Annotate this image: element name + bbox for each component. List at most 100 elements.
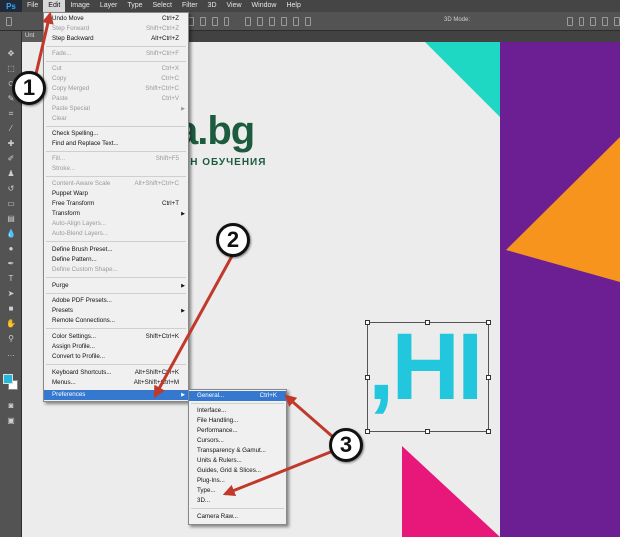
- pref-item-camera-raw[interactable]: Camera Raw...: [189, 512, 286, 522]
- transform-bounding-box[interactable]: [365, 320, 491, 434]
- menu-help[interactable]: Help: [281, 0, 305, 12]
- transform-handle[interactable]: [486, 320, 491, 325]
- menu-file[interactable]: File: [22, 0, 43, 12]
- menu-item-preferences[interactable]: Preferences ▶: [44, 390, 188, 400]
- menu-item-puppet-warp[interactable]: Puppet Warp: [44, 189, 188, 199]
- menu-item-define-custom-shape[interactable]: Define Custom Shape...: [44, 265, 188, 275]
- history-brush-tool-icon[interactable]: ↺: [5, 184, 17, 193]
- menu-item-color-settings[interactable]: Color Settings... Shift+Ctrl+K: [44, 332, 188, 342]
- distribute-center-icon[interactable]: [257, 16, 264, 26]
- menu-item-step-backward[interactable]: Step Backward Alt+Ctrl+Z: [44, 34, 188, 44]
- menu-item-purge[interactable]: Purge ▶: [44, 281, 188, 291]
- 3d-pan-icon[interactable]: [590, 16, 597, 26]
- move-tool-icon[interactable]: [6, 16, 12, 26]
- type-tool-icon[interactable]: T: [5, 274, 17, 283]
- gradient-tool-icon[interactable]: ▤: [5, 214, 17, 223]
- distribute-right-icon[interactable]: [292, 16, 299, 26]
- menu-image[interactable]: Image: [65, 0, 94, 12]
- menu-item-define-pattern[interactable]: Define Pattern...: [44, 255, 188, 265]
- menu-item-find-replace-text[interactable]: Find and Replace Text...: [44, 139, 188, 149]
- eraser-tool-icon[interactable]: ▭: [5, 199, 17, 208]
- menu-item-copy[interactable]: Copy Ctrl+C: [44, 74, 188, 84]
- transform-handle[interactable]: [365, 429, 370, 434]
- pref-item-3d[interactable]: 3D...: [189, 496, 286, 506]
- menu-item-clear[interactable]: Clear: [44, 114, 188, 124]
- distribute-top-icon[interactable]: [245, 16, 252, 26]
- blur-tool-icon[interactable]: 💧: [5, 229, 17, 238]
- menu-view[interactable]: View: [222, 0, 247, 12]
- transform-handle[interactable]: [365, 320, 370, 325]
- menu-type[interactable]: Type: [122, 0, 147, 12]
- pref-item-performance[interactable]: Performance...: [189, 426, 286, 436]
- transform-handle[interactable]: [365, 375, 370, 380]
- align-center-icon[interactable]: [211, 16, 218, 26]
- transform-handle[interactable]: [425, 429, 430, 434]
- pref-item-general[interactable]: General... Ctrl+K: [189, 391, 286, 401]
- pref-item-file-handling[interactable]: File Handling...: [189, 416, 286, 426]
- menu-layer[interactable]: Layer: [95, 0, 123, 12]
- 3d-slide-icon[interactable]: [602, 16, 609, 26]
- pref-item-type[interactable]: Type...: [189, 486, 286, 496]
- menu-item-assign-profile[interactable]: Assign Profile...: [44, 342, 188, 352]
- menu-select[interactable]: Select: [148, 0, 177, 12]
- menu-item-fill[interactable]: Fill... Shift+F5: [44, 154, 188, 164]
- more-tools-icon[interactable]: …: [5, 349, 17, 358]
- crop-tool-icon[interactable]: ⌗: [5, 109, 17, 118]
- menu-item-keyboard-shortcuts[interactable]: Keyboard Shortcuts... Alt+Shift+Ctrl+K: [44, 368, 188, 378]
- menu-filter[interactable]: Filter: [177, 0, 203, 12]
- align-left-icon[interactable]: [199, 16, 206, 26]
- pref-item-units-rulers[interactable]: Units & Rulers...: [189, 456, 286, 466]
- menu-item-fade[interactable]: Fade... Shift+Ctrl+F: [44, 49, 188, 59]
- pref-item-cursors[interactable]: Cursors...: [189, 436, 286, 446]
- menu-item-presets[interactable]: Presets ▶: [44, 306, 188, 316]
- path-selection-tool-icon[interactable]: ➤: [5, 289, 17, 298]
- pref-item-interface[interactable]: Interface...: [189, 406, 286, 416]
- align-right-icon[interactable]: [223, 16, 230, 26]
- menu-item-menus[interactable]: Menus... Alt+Shift+Ctrl+M: [44, 378, 188, 388]
- hand-tool-icon[interactable]: ✋: [5, 319, 17, 328]
- menu-window[interactable]: Window: [247, 0, 282, 12]
- menu-item-remote-connections[interactable]: Remote Connections...: [44, 316, 188, 326]
- menu-item-auto-align-layers[interactable]: Auto-Align Layers...: [44, 219, 188, 229]
- brush-tool-icon[interactable]: ✐: [5, 154, 17, 163]
- menu-3d[interactable]: 3D: [203, 0, 222, 12]
- menu-item-content-aware-scale[interactable]: Content-Aware Scale Alt+Shift+Ctrl+C: [44, 179, 188, 189]
- menu-item-stroke[interactable]: Stroke...: [44, 164, 188, 174]
- menu-item-undo-move[interactable]: Undo Move Ctrl+Z: [44, 14, 188, 24]
- eyedropper-tool-icon[interactable]: ⁄: [5, 124, 17, 133]
- auto-align-icon[interactable]: [304, 16, 311, 26]
- menu-item-adobe-pdf-presets[interactable]: Adobe PDF Presets...: [44, 296, 188, 306]
- rectangle-tool-icon[interactable]: ■: [5, 304, 17, 313]
- clone-stamp-tool-icon[interactable]: ♟: [5, 169, 17, 178]
- marquee-tool-icon[interactable]: ⬚: [5, 64, 17, 73]
- pref-item-guides-grid-slices[interactable]: Guides, Grid & Slices...: [189, 466, 286, 476]
- menu-item-copy-merged[interactable]: Copy Merged Shift+Ctrl+C: [44, 84, 188, 94]
- menu-item-cut[interactable]: Cut Ctrl+X: [44, 64, 188, 74]
- menu-item-free-transform[interactable]: Free Transform Ctrl+T: [44, 199, 188, 209]
- pen-tool-icon[interactable]: ✒: [5, 259, 17, 268]
- menu-item-check-spelling[interactable]: Check Spelling...: [44, 129, 188, 139]
- distribute-bottom-icon[interactable]: [269, 16, 275, 26]
- menu-item-define-brush-preset[interactable]: Define Brush Preset...: [44, 245, 188, 255]
- foreground-color-swatch[interactable]: [3, 374, 13, 384]
- pref-item-transparency-gamut[interactable]: Transparency & Gamut...: [189, 446, 286, 456]
- menu-edit[interactable]: Edit: [43, 0, 66, 12]
- transform-handle[interactable]: [425, 320, 430, 325]
- distribute-left-icon[interactable]: [281, 16, 287, 26]
- screen-mode-icon[interactable]: ▣: [5, 416, 17, 425]
- menu-item-paste-special[interactable]: Paste Special ▶: [44, 104, 188, 114]
- menu-item-auto-blend-layers[interactable]: Auto-Blend Layers...: [44, 229, 188, 239]
- menu-item-paste[interactable]: Paste Ctrl+V: [44, 94, 188, 104]
- quick-mask-icon[interactable]: ◙: [5, 401, 17, 410]
- zoom-tool-icon[interactable]: ⚲: [5, 334, 17, 343]
- menu-item-convert-to-profile[interactable]: Convert to Profile...: [44, 352, 188, 362]
- transform-handle[interactable]: [486, 429, 491, 434]
- 3d-rotate-icon[interactable]: [566, 16, 573, 26]
- 3d-roll-icon[interactable]: [578, 16, 585, 26]
- dodge-tool-icon[interactable]: ●: [5, 244, 17, 253]
- transform-handle[interactable]: [486, 375, 491, 380]
- 3d-scale-icon[interactable]: [614, 16, 620, 26]
- menu-item-transform[interactable]: Transform ▶: [44, 209, 188, 219]
- move-tool-icon[interactable]: ✥: [5, 49, 17, 58]
- pref-item-plug-ins[interactable]: Plug-Ins...: [189, 476, 286, 486]
